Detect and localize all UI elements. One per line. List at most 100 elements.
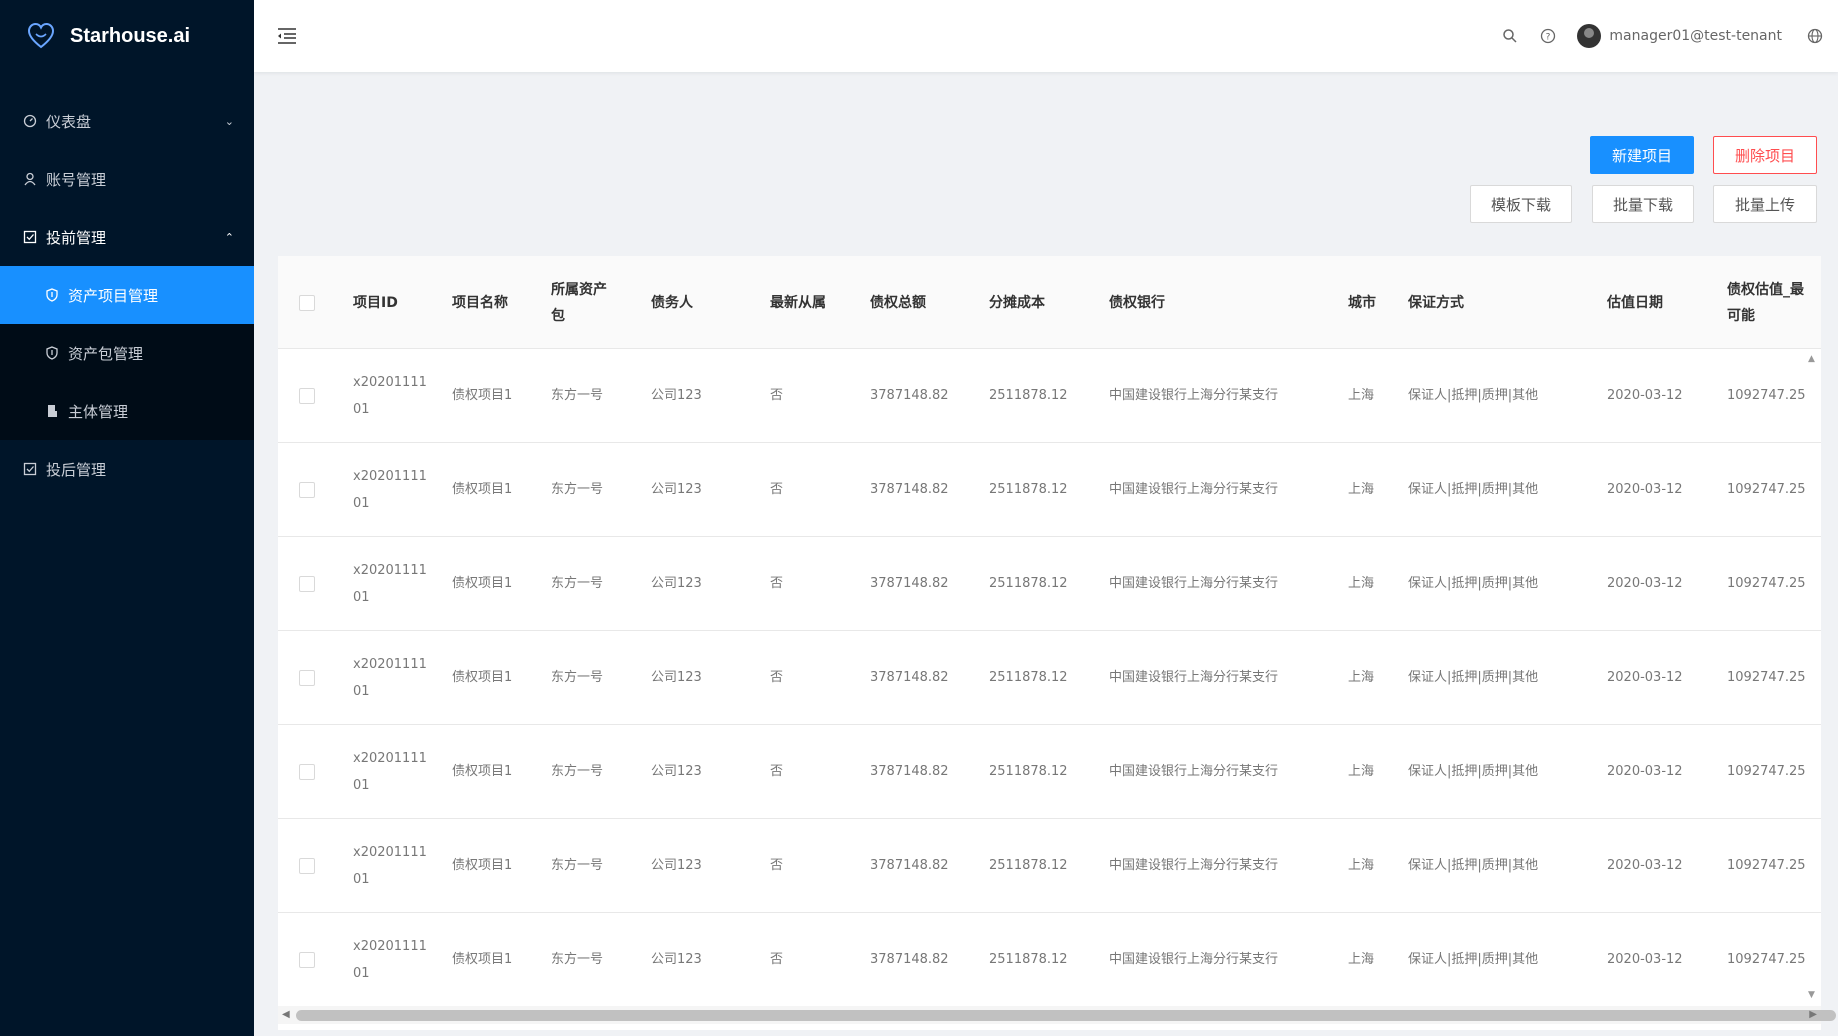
sidebar-item-label: 资产包管理 <box>68 344 144 363</box>
row-checkbox[interactable] <box>299 575 315 592</box>
table-cell: 东方一号 <box>551 576 604 591</box>
table-cell: 否 <box>770 482 784 497</box>
table-cell: 3787148.82 <box>870 670 949 685</box>
table-cell: 2511878.12 <box>989 858 1068 873</box>
table-cell: 上海 <box>1348 764 1375 779</box>
table-row[interactable]: x2020111101 债权项目1 东方一号 公司123 否 3787148.82 2511… <box>278 443 1821 537</box>
column-header[interactable]: 城市 <box>1348 256 1398 349</box>
search-icon[interactable] <box>1501 27 1519 45</box>
column-header[interactable]: 分摊成本 <box>989 256 1079 349</box>
table-row[interactable]: x2020111101 债权项目1 东方一号 公司123 否 3787148.82 2511… <box>278 631 1821 725</box>
table-cell: x2020111101 <box>353 374 427 417</box>
table-cell: 债权项目1 <box>452 388 513 403</box>
globe-icon[interactable] <box>1806 27 1824 45</box>
sidebar-item-label: 主体管理 <box>68 402 129 421</box>
table-cell: 1092747.25 <box>1727 482 1806 497</box>
table-cell: 2511878.12 <box>989 952 1068 967</box>
table-cell: x2020111101 <box>353 468 427 511</box>
row-checkbox[interactable] <box>299 481 315 498</box>
table-row[interactable]: x2020111101 债权项目1 东方一号 公司123 否 3787148.82 2511… <box>278 725 1821 819</box>
table-cell: 上海 <box>1348 670 1375 685</box>
column-header[interactable]: 最新从属 <box>770 256 850 349</box>
column-header[interactable]: 债权总额 <box>870 256 960 349</box>
sidebar-item-label: 资产项目管理 <box>68 286 159 305</box>
sidebar: Starhouse.ai 仪表盘 ⌄ 账号管理 投前管理 ⌃ 资产项目管理 资产… <box>0 0 254 1036</box>
help-icon[interactable]: ? <box>1539 27 1557 45</box>
heart-logo-icon <box>27 22 55 49</box>
table-row[interactable]: x2020111101 债权项目1 东方一号 公司123 否 3787148.82 2511… <box>278 819 1821 913</box>
row-checkbox[interactable] <box>299 951 315 968</box>
row-checkbox[interactable] <box>299 387 315 404</box>
column-header[interactable]: 保证方式 <box>1408 256 1528 349</box>
table-cell: 保证人|抵押|质押|其他 <box>1408 670 1539 685</box>
table-cell: 2511878.12 <box>989 670 1068 685</box>
horizontal-scrollbar[interactable]: ◀ ▶ <box>278 1006 1836 1024</box>
column-header[interactable]: 所属资产包 <box>551 256 616 349</box>
table-cell: 3787148.82 <box>870 388 949 403</box>
column-header[interactable]: 债权估值_最可能 <box>1727 256 1811 349</box>
row-checkbox[interactable] <box>299 857 315 874</box>
column-header[interactable]: 估值日期 <box>1607 256 1697 349</box>
column-header[interactable]: 项目名称 <box>452 256 532 349</box>
user-name[interactable]: manager01@test-tenant <box>1609 28 1782 44</box>
table-cell: 上海 <box>1348 576 1375 591</box>
shield-icon <box>44 345 60 361</box>
sidebar-item-entities[interactable]: 主体管理 <box>0 382 254 440</box>
select-all-cell <box>299 256 315 349</box>
row-checkbox[interactable] <box>299 763 315 780</box>
template-download-button[interactable]: 模板下载 <box>1470 185 1572 223</box>
table-cell: 3787148.82 <box>870 764 949 779</box>
sidebar-menu: 仪表盘 ⌄ 账号管理 投前管理 ⌃ 资产项目管理 资产包管理 主体管理 投后管理 <box>0 92 254 498</box>
table-row[interactable]: x2020111101 债权项目1 东方一号 公司123 否 3787148.82 2511… <box>278 349 1821 443</box>
table-cell: 2020-03-12 <box>1607 670 1683 685</box>
table-cell: 保证人|抵押|质押|其他 <box>1408 388 1539 403</box>
sidebar-item-label: 投后管理 <box>46 460 107 479</box>
row-select-cell <box>299 537 315 630</box>
menu-fold-icon[interactable] <box>276 25 298 47</box>
table-cell: 1092747.25 <box>1727 670 1806 685</box>
table-cell: 公司123 <box>651 576 702 591</box>
scroll-down-arrow-icon[interactable]: ▼ <box>1808 990 1815 1000</box>
table-cell: 东方一号 <box>551 670 604 685</box>
scroll-up-arrow-icon[interactable]: ▲ <box>1808 354 1815 364</box>
table-cell: 上海 <box>1348 952 1375 967</box>
table-cell: 东方一号 <box>551 482 604 497</box>
table-cell: 债权项目1 <box>452 764 513 779</box>
table-cell: 保证人|抵押|质押|其他 <box>1408 482 1539 497</box>
batch-download-button[interactable]: 批量下载 <box>1592 185 1694 223</box>
table-cell: 公司123 <box>651 858 702 873</box>
table-cell: x2020111101 <box>353 844 427 887</box>
column-header[interactable]: 债务人 <box>651 256 731 349</box>
sidebar-item-pre-investment[interactable]: 投前管理 ⌃ <box>0 208 254 266</box>
table-cell: 1092747.25 <box>1727 764 1806 779</box>
table-cell: 公司123 <box>651 952 702 967</box>
sidebar-item-dashboard[interactable]: 仪表盘 ⌄ <box>0 92 254 150</box>
select-all-checkbox[interactable] <box>299 294 315 311</box>
table-cell: 保证人|抵押|质押|其他 <box>1408 576 1539 591</box>
table-cell: 中国建设银行上海分行某支行 <box>1109 576 1279 591</box>
table-cell: 保证人|抵押|质押|其他 <box>1408 952 1539 967</box>
projects-table: 项目ID 项目名称 所属资产包 债务人 最新从属 债权总额 分摊成本 债权银行 … <box>278 256 1821 1030</box>
delete-project-button[interactable]: 删除项目 <box>1713 136 1817 174</box>
table-row[interactable]: x2020111101 债权项目1 东方一号 公司123 否 3787148.82 2511… <box>278 537 1821 631</box>
logo[interactable]: Starhouse.ai <box>0 0 254 72</box>
scroll-right-arrow-icon[interactable]: ▶ <box>1809 1009 1817 1020</box>
row-checkbox[interactable] <box>299 669 315 686</box>
scrollbar-thumb[interactable] <box>296 1010 1836 1021</box>
table-cell: 公司123 <box>651 764 702 779</box>
column-header[interactable]: 项目ID <box>353 256 433 349</box>
table-cell: 2511878.12 <box>989 764 1068 779</box>
avatar[interactable] <box>1577 24 1602 48</box>
table-row[interactable]: x2020111101 债权项目1 东方一号 公司123 否 3787148.82 2511… <box>278 913 1821 1007</box>
table-cell: 公司123 <box>651 388 702 403</box>
new-project-button[interactable]: 新建项目 <box>1590 136 1694 174</box>
column-header[interactable]: 债权银行 <box>1109 256 1259 349</box>
sidebar-item-post-investment[interactable]: 投后管理 <box>0 440 254 498</box>
sidebar-item-asset-packages[interactable]: 资产包管理 <box>0 324 254 382</box>
sidebar-item-accounts[interactable]: 账号管理 <box>0 150 254 208</box>
table-cell: 2511878.12 <box>989 576 1068 591</box>
building-icon <box>44 403 60 419</box>
batch-upload-button[interactable]: 批量上传 <box>1713 185 1817 223</box>
scroll-left-arrow-icon[interactable]: ◀ <box>282 1009 290 1020</box>
sidebar-item-asset-projects[interactable]: 资产项目管理 <box>0 266 254 324</box>
